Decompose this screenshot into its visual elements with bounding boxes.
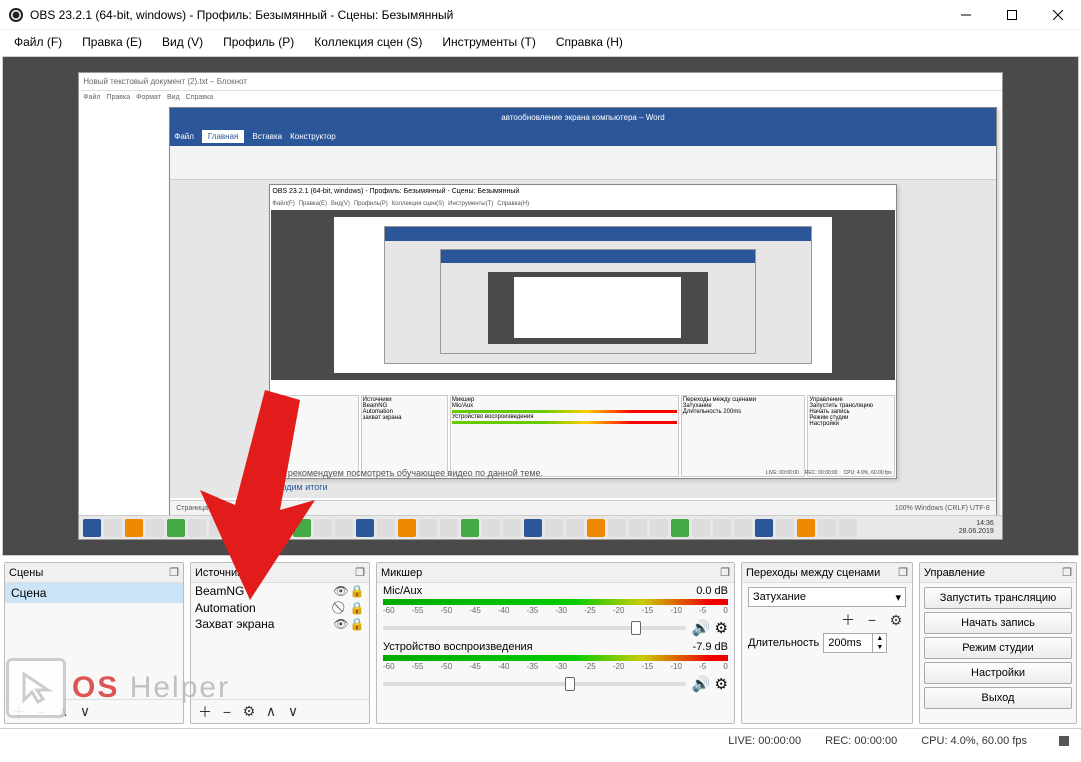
mixer-title: Микшер <box>381 567 422 579</box>
undock-icon[interactable]: ❐ <box>169 566 179 579</box>
preview-capture: Новый текстовый документ (2).txt – Блокн… <box>78 72 1003 540</box>
speaker-icon[interactable]: 🔊 <box>692 675 711 693</box>
scenes-panel: Сцены ❐ Сцена ＋ − ∧ ∨ <box>4 562 184 724</box>
undock-icon[interactable]: ❐ <box>1062 566 1072 579</box>
source-item[interactable]: Automation ⃠ 🔒 <box>191 599 369 616</box>
scene-down-button[interactable]: ∨ <box>75 703 95 721</box>
channel-db: -7.9 dB <box>693 641 728 653</box>
lock-icon[interactable]: 🔒 <box>349 584 365 598</box>
duration-input[interactable] <box>824 634 872 652</box>
visibility-icon[interactable]: ⃠ <box>333 600 349 615</box>
transitions-panel: Переходы между сценами ❐ Затухание▾ ＋ − ⚙… <box>741 562 913 724</box>
maximize-button[interactable] <box>989 0 1035 30</box>
sources-panel: Источники ❐ BeamNG 👁 🔒Automation ⃠ 🔒Захва… <box>190 562 370 724</box>
controls-panel: Управление ❐ Запустить трансляцию Начать з… <box>919 562 1077 724</box>
scenes-list[interactable]: Сцена <box>5 583 183 699</box>
audio-meter <box>383 655 728 661</box>
preview-area[interactable]: Новый текстовый документ (2).txt – Блокн… <box>2 56 1079 556</box>
source-up-button[interactable]: ∧ <box>261 703 281 721</box>
undock-icon[interactable]: ❐ <box>898 566 908 579</box>
chevron-down-icon: ▾ <box>895 591 901 604</box>
transition-add-button[interactable]: ＋ <box>838 611 858 629</box>
window-title: OBS 23.2.1 (64-bit, windows) - Профиль: … <box>30 8 943 22</box>
duration-label: Длительность <box>748 637 819 649</box>
titlebar: OBS 23.2.1 (64-bit, windows) - Профиль: … <box>0 0 1081 30</box>
source-item[interactable]: BeamNG 👁 🔒 <box>191 583 369 599</box>
volume-slider[interactable] <box>383 626 686 630</box>
status-rec: REC: 00:00:00 <box>825 735 897 747</box>
source-down-button[interactable]: ∨ <box>283 703 303 721</box>
control-button[interactable]: Режим студии <box>924 637 1072 659</box>
speaker-icon[interactable]: 🔊 <box>692 619 711 637</box>
status-cpu: CPU: 4.0%, 60.00 fps <box>921 735 1027 747</box>
transition-remove-button[interactable]: − <box>862 611 882 629</box>
obs-icon <box>8 7 24 23</box>
source-item[interactable]: Захват экрана 👁 🔒 <box>191 616 369 632</box>
transition-settings-button[interactable]: ⚙ <box>886 611 906 629</box>
status-live: LIVE: 00:00:00 <box>728 735 801 747</box>
gear-icon[interactable]: ⚙ <box>715 619 728 637</box>
channel-db: 0.0 dB <box>696 585 728 597</box>
source-remove-button[interactable]: − <box>217 703 237 721</box>
nested-notepad-menu: ФайлПравкаФорматВидСправка <box>79 91 1002 105</box>
lock-icon[interactable]: 🔒 <box>349 601 365 615</box>
menubar: Файл (F) Правка (E) Вид (V) Профиль (P) … <box>0 30 1081 54</box>
scene-remove-button[interactable]: − <box>31 703 51 721</box>
nested-obs-window: OBS 23.2.1 (64-bit, windows) - Профиль: … <box>269 184 896 479</box>
undock-icon[interactable]: ❐ <box>720 566 730 579</box>
sources-list[interactable]: BeamNG 👁 🔒Automation ⃠ 🔒Захват экрана 👁 … <box>191 583 369 699</box>
volume-slider[interactable] <box>383 682 686 686</box>
menu-view[interactable]: Вид (V) <box>154 33 211 51</box>
controls-title: Управление <box>924 567 985 579</box>
nested-notepad-title: Новый текстовый документ (2).txt – Блокн… <box>79 73 1002 91</box>
control-button[interactable]: Настройки <box>924 662 1072 684</box>
menu-tools[interactable]: Инструменты (T) <box>434 33 543 51</box>
duration-spinner[interactable]: ▲▼ <box>823 633 887 653</box>
scenes-title: Сцены <box>9 567 43 579</box>
menu-profile[interactable]: Профиль (P) <box>215 33 302 51</box>
gear-icon[interactable]: ⚙ <box>715 675 728 693</box>
mixer-channel: Устройство воспроизведения-7.9 dB -60-55… <box>377 639 734 695</box>
status-indicator-icon <box>1059 736 1069 746</box>
scene-add-button[interactable]: ＋ <box>9 703 29 721</box>
spin-up-icon[interactable]: ▲ <box>873 634 886 643</box>
scene-up-button[interactable]: ∧ <box>53 703 73 721</box>
sources-title: Источники <box>195 567 248 579</box>
menu-edit[interactable]: Правка (E) <box>74 33 150 51</box>
transition-select[interactable]: Затухание▾ <box>748 587 906 607</box>
control-button[interactable]: Начать запись <box>924 612 1072 634</box>
control-button[interactable]: Запустить трансляцию <box>924 587 1072 609</box>
lock-icon[interactable]: 🔒 <box>349 617 365 631</box>
source-settings-button[interactable]: ⚙ <box>239 703 259 721</box>
close-button[interactable] <box>1035 0 1081 30</box>
menu-scene-collection[interactable]: Коллекция сцен (S) <box>306 33 430 51</box>
menu-file[interactable]: Файл (F) <box>6 33 70 51</box>
menu-help[interactable]: Справка (H) <box>548 33 631 51</box>
mixer-channel: Mic/Aux0.0 dB -60-55-50-45-40-35-30-25-2… <box>377 583 734 639</box>
undock-icon[interactable]: ❐ <box>355 566 365 579</box>
scene-item[interactable]: Сцена <box>5 583 183 603</box>
minimize-button[interactable] <box>943 0 989 30</box>
channel-name: Mic/Aux <box>383 585 696 597</box>
transitions-title: Переходы между сценами <box>746 567 880 579</box>
nested-word-window: автообновление экрана компьютера – Word … <box>169 107 997 517</box>
audio-meter <box>383 599 728 605</box>
mixer-panel: Микшер ❐ Mic/Aux0.0 dB -60-55-50-45-40-35… <box>376 562 735 724</box>
control-button[interactable]: Выход <box>924 687 1072 709</box>
nested-taskbar: 14:36 28.06.2019 <box>79 515 1002 539</box>
source-add-button[interactable]: ＋ <box>195 703 215 721</box>
visibility-icon[interactable]: 👁 <box>333 584 349 598</box>
visibility-icon[interactable]: 👁 <box>333 617 349 631</box>
spin-down-icon[interactable]: ▼ <box>873 643 886 652</box>
statusbar: LIVE: 00:00:00 REC: 00:00:00 CPU: 4.0%, … <box>0 728 1081 752</box>
channel-name: Устройство воспроизведения <box>383 641 693 653</box>
